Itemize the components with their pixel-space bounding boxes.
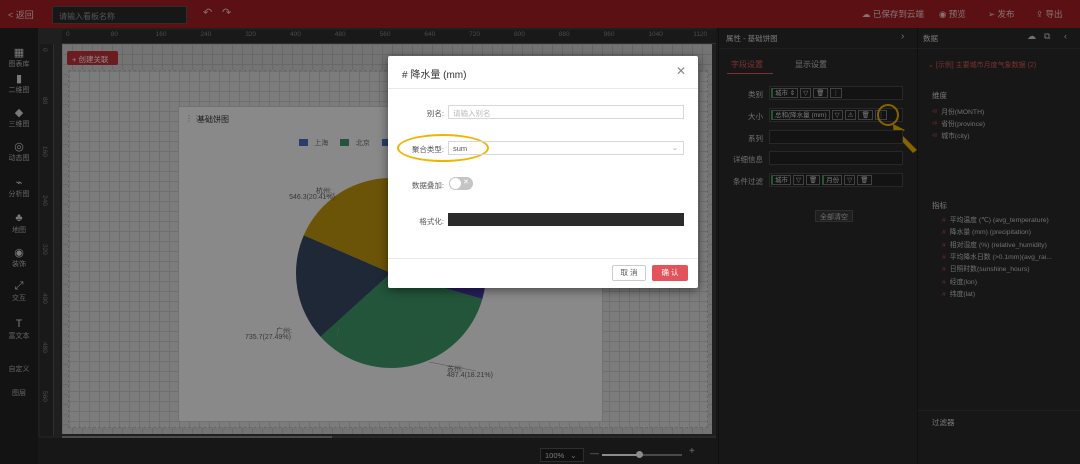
field-settings-dialog: # 降水量 (mm) ✕ 别名: 请输入别名 聚合类型: sum ⌄ 数据叠加: … bbox=[388, 56, 698, 288]
divider bbox=[388, 258, 698, 259]
close-icon[interactable]: ✕ bbox=[676, 64, 686, 78]
format-input[interactable] bbox=[448, 213, 684, 226]
toggle-knob bbox=[450, 178, 461, 189]
format-label: 格式化: bbox=[419, 217, 444, 226]
divider bbox=[388, 88, 698, 89]
chevron-down-icon: ⌄ bbox=[671, 143, 678, 152]
stack-label: 数据叠加: bbox=[411, 181, 444, 190]
aggregation-select[interactable]: sum ⌄ bbox=[448, 141, 684, 155]
aggregation-label: 聚合类型: bbox=[411, 145, 444, 154]
x-icon: ✕ bbox=[463, 179, 469, 186]
confirm-button[interactable]: 确 认 bbox=[652, 265, 688, 281]
dialog-title: # 降水量 (mm) bbox=[402, 70, 467, 81]
stack-toggle[interactable]: ✕ bbox=[449, 177, 473, 190]
alias-label: 别名: bbox=[426, 109, 444, 118]
cancel-button[interactable]: 取 消 bbox=[612, 265, 646, 281]
alias-input[interactable]: 请输入别名 bbox=[448, 105, 684, 119]
